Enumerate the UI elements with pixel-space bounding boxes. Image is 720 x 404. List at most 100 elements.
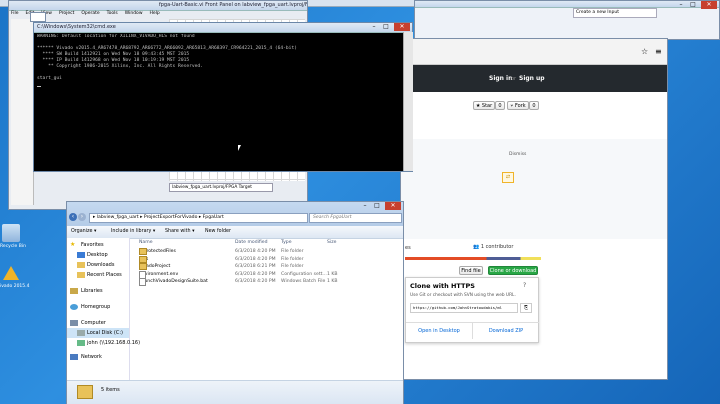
dismiss-button[interactable]: Dismiss	[509, 152, 526, 157]
cmd-close-button[interactable]: ✕	[394, 23, 410, 31]
star-icon: ★	[475, 103, 481, 109]
forward-button[interactable]: ›	[78, 213, 86, 221]
labview-menu-help[interactable]: Help	[150, 11, 160, 16]
cmd-cursor	[37, 86, 41, 87]
network-drive-icon	[77, 340, 85, 346]
file-name-cell: LaunchVivadoDesignSuite.bat	[139, 278, 208, 286]
fork-icon: ⑂	[510, 103, 514, 109]
file-type: Configuration sett...	[281, 271, 327, 277]
navigation-pane: ★ Favorites Desktop Downloads Recent Plac…	[67, 238, 140, 380]
col-size[interactable]: Size	[327, 239, 336, 246]
col-name[interactable]: Name	[139, 239, 153, 246]
back-button[interactable]: ‹	[69, 213, 77, 221]
toolbar-button[interactable]: Share with ▾	[165, 229, 194, 234]
or-text: or	[511, 76, 517, 82]
copy-clipboard-icon[interactable]: ⎘	[520, 303, 532, 313]
explorer-close-button[interactable]: ✕	[385, 202, 401, 210]
cmd-line: start_gui	[37, 76, 62, 81]
nav-favorites[interactable]: ★ Favorites	[67, 240, 129, 250]
toolbar-button[interactable]: New folder	[205, 229, 231, 234]
file-name-cell: Slxs	[139, 255, 148, 263]
close-button[interactable]: ✕	[701, 1, 717, 9]
nav-recent[interactable]: Recent Places	[67, 270, 129, 280]
file-name-cell: VivadoProject	[139, 263, 170, 270]
search-input[interactable]: Create a new Input	[573, 8, 657, 18]
breadcrumb-item[interactable]: ProjectExportForVivado	[144, 215, 198, 220]
nav-network[interactable]: Network	[67, 352, 129, 362]
nav-desktop[interactable]: Desktop	[67, 250, 129, 260]
cmd-minimize-button[interactable]: –	[368, 23, 380, 31]
labview-menu-project[interactable]: Project	[59, 11, 74, 16]
fork-button[interactable]: ⑂ Fork	[507, 101, 529, 110]
file-name-cell: environment.env	[139, 270, 178, 279]
col-type[interactable]: Type	[281, 239, 292, 246]
untitled-window	[30, 12, 46, 22]
fork-count: 0	[529, 101, 539, 110]
recent-places-icon	[77, 272, 85, 278]
libraries-icon	[70, 288, 78, 294]
sign-in-link[interactable]: Sign in	[489, 75, 512, 82]
labview-menu-window[interactable]: Window	[125, 11, 143, 16]
contributors-link[interactable]: 👥 1 contributor	[473, 244, 513, 250]
details-pane: 5 items	[67, 380, 403, 404]
breadcrumb-item[interactable]: labview_fpga_uart	[97, 215, 139, 220]
star-button[interactable]: ★ Star	[473, 101, 495, 110]
sign-up-link[interactable]: Sign up	[519, 75, 545, 82]
clone-url-input[interactable]: https://github.com/JohnStratoudakis/ml	[410, 303, 518, 313]
minimize-button[interactable]: –	[675, 1, 687, 9]
file-row[interactable]: environment.env 6/3/2018 4:20 PM Configura…	[135, 270, 475, 279]
file-name: LaunchVivadoDesignSuite.bat	[139, 279, 208, 284]
vivado-shortcut-label: ivado 2015.4	[0, 284, 30, 289]
cmd-scrollbar[interactable]	[403, 32, 413, 171]
browser-toolbar	[401, 39, 667, 65]
labview-menu-tools[interactable]: Tools	[107, 11, 118, 16]
cmd-maximize-button[interactable]: □	[380, 23, 392, 31]
signup-banner	[401, 139, 667, 239]
toolbar-button[interactable]: Include in library ▾	[111, 229, 155, 234]
breadcrumb-item[interactable]: FpgaUart	[203, 215, 224, 220]
cmd-output: WARNING: Default location for XILINX_VIV…	[37, 34, 402, 168]
file-row[interactable]: NIProtectedFiles 6/3/2018 4:20 PM File fol…	[135, 248, 475, 255]
toolbar-button[interactable]: Organize ▾	[71, 229, 96, 234]
file-row[interactable]: LaunchVivadoDesignSuite.bat 6/3/2018 4:20…	[135, 278, 475, 286]
file-list: Name Date modified Type Size NIProtected…	[135, 238, 403, 380]
nav-network-drive[interactable]: john (\\192.168.0.16)	[67, 338, 140, 348]
nav-libraries[interactable]: Libraries	[67, 286, 129, 296]
labview-menu-file[interactable]: File	[11, 11, 19, 16]
file-date: 6/3/2018 4:20 PM	[235, 256, 276, 262]
clone-description: Use Git or checkout with SVN using the w…	[410, 293, 516, 298]
search-box[interactable]: Search FpgaUart	[309, 213, 402, 223]
nav-homegroup[interactable]: Homegroup	[67, 302, 129, 312]
file-row[interactable]: Slxs 6/3/2018 4:20 PM File folder	[135, 255, 475, 263]
explorer-maximize-button[interactable]: □	[371, 202, 383, 210]
recycle-bin-icon[interactable]	[2, 224, 20, 242]
open-desktop-button[interactable]: Open in Desktop	[406, 322, 472, 339]
column-header-row: Name Date modified Type Size	[135, 239, 475, 246]
labview-title: fpga-Uart-Basic.vi Front Panel on labvie…	[9, 1, 307, 11]
col-date[interactable]: Date modified	[235, 239, 268, 246]
address-bar[interactable]: ▸ labview_fpga_uart ▸ ProjectExportForVi…	[89, 213, 308, 223]
nav-local-disk[interactable]: Local Disk (C:)	[67, 328, 129, 338]
folder-icon	[139, 255, 147, 263]
cmd-window: C:\Windows\System32\cmd.exe – □ ✕ WARNIN…	[33, 22, 413, 172]
explorer-minimize-button[interactable]: –	[359, 202, 371, 210]
file-row[interactable]: VivadoProject 6/3/2018 6:21 PM File folder	[135, 263, 475, 270]
vivado-shortcut-icon[interactable]	[3, 266, 19, 280]
labview-menu-operate[interactable]: Operate	[81, 11, 99, 16]
nav-computer[interactable]: Computer	[67, 318, 129, 328]
maximize-button[interactable]: □	[687, 1, 699, 9]
desktop-icon	[77, 252, 85, 258]
star-count: 0	[495, 101, 505, 110]
network-icon	[70, 354, 78, 360]
background-window-right: Create a new Input – □ ✕	[414, 0, 720, 40]
download-zip-button[interactable]: Download ZIP	[472, 322, 539, 339]
clipboard-question-icon[interactable]: ?	[523, 282, 526, 289]
file-size: 1 KB	[327, 271, 338, 277]
menu-icon[interactable]: ≡	[655, 47, 662, 56]
nav-downloads[interactable]: Downloads	[67, 260, 129, 270]
file-type: File folder	[281, 264, 304, 269]
clone-download-button[interactable]: Clone or download ▾	[488, 266, 538, 283]
folder-large-icon	[77, 385, 93, 399]
file-date: 6/3/2018 4:20 PM	[235, 271, 276, 277]
bookmark-star-icon[interactable]: ☆	[641, 47, 648, 56]
